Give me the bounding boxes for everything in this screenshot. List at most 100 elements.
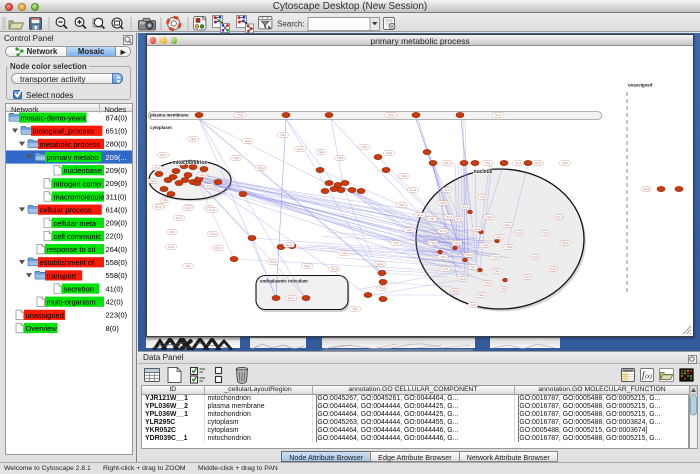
svg-text:Ykl-d: Ykl-d — [337, 156, 344, 160]
svg-text:Ydr-l: Ydr-l — [562, 161, 568, 165]
svg-text:Ypr d: Ypr d — [176, 216, 183, 220]
svg-text:209(0): 209(0) — [106, 166, 128, 175]
svg-text:Ylm d: Ylm d — [444, 161, 451, 165]
svg-text:Yrl-d: Yrl-d — [480, 195, 486, 199]
svg-text:Gn-d: Gn-d — [460, 277, 466, 281]
svg-text:Gn-d: Gn-d — [209, 208, 215, 212]
svg-text:209(...: 209(... — [106, 153, 127, 162]
svg-text:Ypr d: Ypr d — [535, 161, 542, 165]
svg-text:Yrl-d: Yrl-d — [393, 241, 399, 245]
svg-text:Yrl-d: Yrl-d — [542, 231, 548, 235]
svg-text:(x): (x) — [645, 373, 652, 380]
svg-text:Yrl-d: Yrl-d — [470, 303, 476, 307]
svg-text:Ydr-l: Ydr-l — [440, 255, 446, 259]
svg-text:Ykl-d: Ykl-d — [386, 151, 393, 155]
svg-text:Ylm d: Ylm d — [331, 267, 338, 271]
svg-text:response to sti: response to sti — [47, 245, 96, 254]
svg-text:Ykl-d: Ykl-d — [562, 241, 569, 245]
svg-text:metabolic process: metabolic process — [40, 140, 101, 149]
svg-text:Yrl-d: Yrl-d — [237, 113, 243, 117]
svg-text:Yrl-d: Yrl-d — [492, 255, 498, 259]
svg-text:Yrl-d: Yrl-d — [341, 251, 347, 255]
svg-text:Ykl-d: Ykl-d — [504, 223, 511, 227]
svg-text:Gn-d: Gn-d — [286, 243, 292, 247]
svg-text:Gn-d: Gn-d — [288, 296, 294, 300]
svg-text:Ylm d: Ylm d — [270, 260, 277, 264]
svg-text:Ykl-d: Ykl-d — [233, 156, 240, 160]
svg-text:Ylm d: Ylm d — [160, 153, 167, 157]
svg-text:Ykl-d: Ykl-d — [399, 203, 406, 207]
svg-text:unassigned: unassigned — [628, 83, 653, 88]
svg-text:Ydr-l: Ydr-l — [199, 173, 205, 177]
svg-text:mosaic-demo-yeast: mosaic-demo-yeast — [21, 114, 87, 123]
svg-text:Ypr d: Ypr d — [456, 217, 463, 221]
svg-text:Ydr-l: Ydr-l — [185, 264, 191, 268]
svg-text:Gn-d: Gn-d — [532, 255, 538, 259]
svg-text:mitochondrion: mitochondrion — [173, 160, 208, 166]
svg-text:Ylm d: Ylm d — [466, 253, 473, 257]
svg-text:Ydr-l: Ydr-l — [169, 230, 175, 234]
svg-text:nucleobase: nucleobase — [64, 166, 102, 175]
svg-text:Ykl-d: Ykl-d — [430, 241, 437, 245]
svg-text:Ykl-d: Ykl-d — [401, 174, 408, 178]
svg-text:establishment of: establishment of — [40, 258, 96, 267]
svg-text:Yrl-d: Yrl-d — [484, 161, 490, 165]
svg-text:Gn-d: Gn-d — [440, 229, 446, 233]
svg-text:unassigned: unassigned — [26, 311, 64, 320]
svg-text:Ydr-l: Ydr-l — [280, 133, 286, 137]
svg-text:Ykl-d: Ykl-d — [454, 241, 461, 245]
svg-text:nitrogen comp: nitrogen comp — [54, 179, 102, 188]
svg-text:Gn-d: Gn-d — [444, 188, 450, 192]
svg-text:Yrl-d: Yrl-d — [500, 287, 506, 291]
svg-text:Ykl-d: Ykl-d — [506, 245, 513, 249]
svg-text:Ydr-l: Ydr-l — [352, 307, 358, 311]
svg-text:Ykl-d: Ykl-d — [478, 293, 485, 297]
svg-text:Ypr d: Ypr d — [206, 184, 213, 188]
svg-text:280(0): 280(0) — [106, 140, 128, 149]
svg-text:biological_process: biological_process — [33, 127, 95, 136]
svg-text:558(0): 558(0) — [106, 258, 128, 267]
svg-text:Ylm d: Ylm d — [258, 166, 265, 170]
svg-text:Gn-d: Gn-d — [410, 188, 416, 192]
svg-text:Yrl-d: Yrl-d — [379, 286, 385, 290]
svg-text:Ykl-d: Ykl-d — [190, 137, 197, 141]
svg-text:Ypr d: Ypr d — [154, 166, 161, 170]
svg-text:Gn-d: Gn-d — [474, 227, 480, 231]
svg-text:Ypr d: Ypr d — [495, 113, 502, 117]
svg-text:Yrl-d: Yrl-d — [442, 267, 448, 271]
svg-text:Ydr-l: Ydr-l — [496, 235, 502, 239]
svg-text:311(0): 311(0) — [106, 192, 128, 201]
svg-text:264(0): 264(0) — [106, 245, 128, 254]
svg-text:Ykl-d: Ykl-d — [150, 179, 157, 183]
svg-text:Ykl-d: Ykl-d — [486, 215, 493, 219]
svg-text:Search:: Search: — [277, 20, 305, 29]
svg-text:Ypr d: Ypr d — [524, 275, 531, 279]
svg-text:Gn-d: Gn-d — [516, 231, 522, 235]
svg-text:Ykl-d: Ykl-d — [643, 187, 650, 191]
svg-text:651(0): 651(0) — [106, 127, 128, 136]
svg-text:primary metabo: primary metabo — [47, 153, 99, 162]
svg-text:Ydr-l: Ydr-l — [429, 217, 435, 221]
svg-text:Ydr-l: Ydr-l — [470, 265, 476, 269]
svg-text:Ydr-l: Ydr-l — [162, 198, 168, 202]
svg-text:614(0): 614(0) — [106, 205, 128, 214]
svg-text:Gn-d: Gn-d — [452, 289, 458, 293]
svg-text:Ylm d: Ylm d — [210, 232, 217, 236]
svg-text:Gn-d: Gn-d — [550, 267, 556, 271]
svg-text:Yrl-d: Yrl-d — [484, 281, 490, 285]
svg-text:cellular process: cellular process — [40, 206, 92, 215]
svg-text:Ypr d: Ypr d — [515, 161, 522, 165]
svg-text:Ypr d: Ypr d — [462, 205, 469, 209]
svg-text:Yrl-d: Yrl-d — [482, 243, 488, 247]
svg-text:Gn-d: Gn-d — [297, 147, 303, 151]
svg-text:223(0): 223(0) — [106, 311, 128, 320]
svg-text:secretion: secretion — [64, 285, 94, 294]
svg-text:Ylm d: Ylm d — [556, 215, 563, 219]
svg-text:Ykl-d: Ykl-d — [318, 150, 325, 154]
svg-text:Gn-d: Gn-d — [417, 213, 423, 217]
svg-text:macromolecule: macromolecule — [54, 192, 105, 201]
svg-text:Ydr-l: Ydr-l — [494, 269, 500, 273]
svg-text:Ykl-d: Ykl-d — [440, 201, 447, 205]
svg-text:nucleus: nucleus — [474, 169, 493, 175]
svg-text:Ykl-d: Ykl-d — [304, 264, 311, 268]
